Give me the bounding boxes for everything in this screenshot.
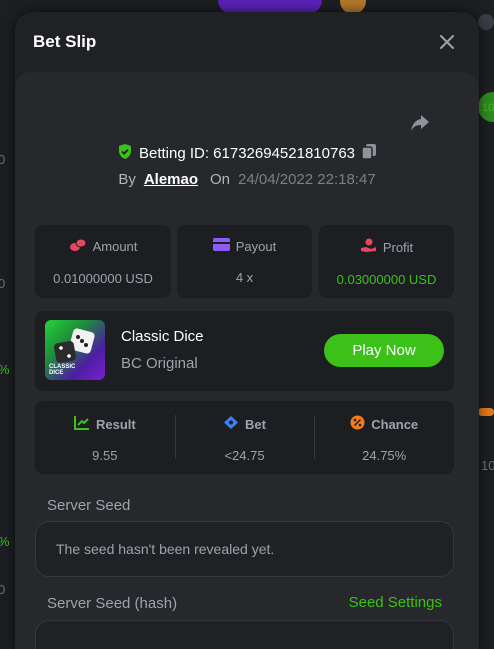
chance-label: Chance [371,416,419,432]
server-seed-value: The seed hasn't been revealed yet. [56,541,275,557]
bet-details-panel: Betting ID: 61732694521810763 By Alemao … [15,72,479,649]
betting-id-text: Betting ID: 61732694521810763 [138,145,356,162]
chips-icon [69,238,87,255]
stat-profit-value: 0.03000000 USD [336,272,437,287]
side-left-value-4: % [0,534,10,549]
chance-value: 24.75% [362,448,407,463]
side-left-value-3: % [0,362,10,377]
result-value: 9.55 [92,448,118,463]
side-right-value: 10 [481,458,494,473]
server-seed-hash-field[interactable] [35,620,454,649]
side-orange-marker [478,408,494,416]
seed-settings-link[interactable]: Seed Settings [349,594,442,611]
close-icon[interactable] [435,30,459,54]
username-link[interactable]: Alemao [144,171,198,188]
game-provider: BC Original [121,355,198,372]
game-name: Classic Dice [121,328,204,345]
result-card: Result 9.55 Bet <24.75 Chance 24.75% [35,401,454,474]
stat-amount-label: Amount [92,239,138,254]
hand-coin-icon [360,238,377,256]
server-seed-hash-label: Server Seed (hash) [47,595,178,612]
percent-icon [350,415,365,433]
server-seed-label: Server Seed [47,497,131,514]
server-seed-field[interactable]: The seed hasn't been revealed yet. [35,521,454,577]
ticket-icon [223,415,239,433]
stat-profit: Profit 0.03000000 USD [319,225,454,298]
modal-header: Bet Slip [15,12,479,72]
chart-icon [73,415,90,433]
result-col-bet: Bet <24.75 [174,401,315,474]
side-badge-text: 10 [482,102,494,114]
stat-payout: Payout 4 x [177,225,312,298]
bet-value: <24.75 [224,448,265,463]
side-left-value-5: 0 [0,582,6,597]
on-label: On [210,171,231,188]
bet-datetime: 24/04/2022 22:18:47 [238,171,376,188]
game-card: CLASSIC DICE Classic Dice BC Original Pl… [35,311,454,391]
copy-icon[interactable] [361,143,377,164]
notification-icon[interactable] [478,14,494,30]
side-left-value-1: 0 [0,152,6,167]
result-col-chance: Chance 24.75% [314,401,454,474]
stat-profit-label: Profit [382,239,414,255]
modal-title: Bet Slip [33,32,97,51]
result-col-result: Result 9.55 [35,401,175,474]
stat-payout-value: 4 x [235,270,254,285]
side-left-value-2: 0 [0,276,6,291]
share-icon[interactable] [407,110,433,136]
result-label: Result [95,416,136,432]
stat-payout-label: Payout [235,238,277,254]
play-now-button[interactable]: Play Now [324,334,444,367]
game-thumbnail[interactable]: CLASSIC DICE [45,320,105,380]
bet-label: Bet [245,416,266,432]
author-row: By Alemao On 24/04/2022 22:18:47 [15,171,479,188]
stat-amount-value: 0.01000000 USD [53,271,153,286]
verified-shield-icon [117,143,133,164]
by-label: By [118,171,136,188]
thumb-text: CLASSIC DICE [49,364,76,376]
wallet-icon [212,238,230,254]
stat-amount: Amount 0.01000000 USD [35,225,171,298]
bet-slip-modal: Bet Slip Betting ID: 61732694521810763 B… [15,12,479,649]
betting-id-row: Betting ID: 61732694521810763 [15,143,479,164]
